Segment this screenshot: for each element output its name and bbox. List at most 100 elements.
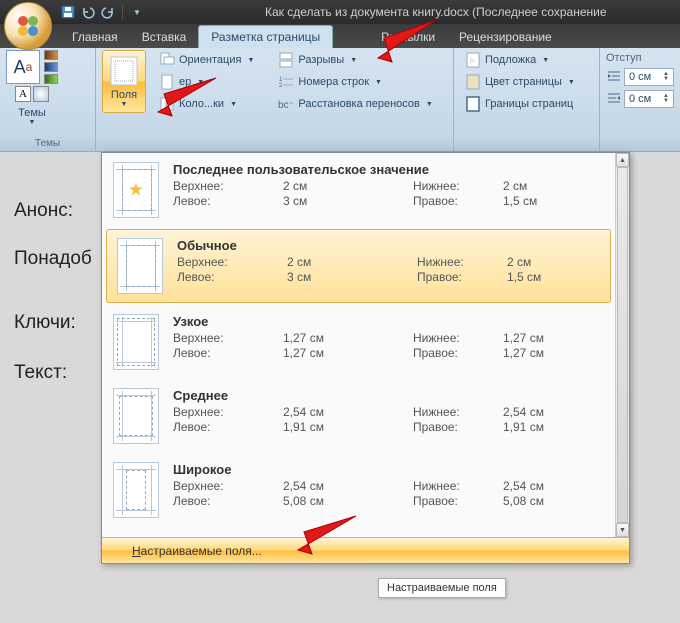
margin-left-label: Левое: [173,420,283,434]
margin-thumb-icon [113,388,159,444]
quick-access-toolbar: ▼ [60,4,145,20]
margin-left-value: 3 см [283,194,413,208]
group-page-background-label [460,147,593,151]
tab-insert[interactable]: Вставка [130,26,199,48]
margin-right-label: Правое: [413,194,503,208]
margin-preset-item[interactable]: Последнее пользовательское значениеВерхн… [102,153,615,227]
chevron-down-icon: ▼ [247,57,254,64]
chevron-down-icon: ▼ [121,101,128,108]
annotation-arrow-1 [368,14,438,74]
margin-right-label: Правое: [413,346,503,360]
tab-review[interactable]: Рецензирование [447,26,564,48]
margin-preset-item[interactable]: УзкоеВерхнее:1,27 смНижнее:1,27 смЛевое:… [102,305,615,379]
ribbon: Aa A Темы ▼ Темы [0,48,680,152]
margin-preset-name: Среднее [173,388,604,403]
margin-right-value: 1,27 см [503,346,573,360]
custom-margins-u: Н [132,544,141,558]
office-button[interactable] [4,2,52,50]
themes-preview-icon: Aa [6,50,40,84]
indent-left-icon [606,69,622,86]
margins-list: Последнее пользовательское значениеВерхн… [102,153,629,537]
spinner-icon[interactable]: ▲▼ [663,94,669,104]
line-numbers-label: Номера строк [298,76,369,88]
hyphenation-button[interactable]: bc⁻Расстановка переносов▼ [273,94,437,114]
margin-preset-item[interactable]: СреднееВерхнее:2,54 смНижнее:2,54 смЛево… [102,379,615,453]
page-color-button[interactable]: Цвет страницы ▼ [460,72,580,92]
watermark-icon: A [465,52,481,68]
doc-text-ponadob: Понадоб [14,248,92,270]
svg-text:2: 2 [279,83,283,89]
hyphenation-icon: bc⁻ [278,96,294,112]
margin-bottom-value: 2 см [503,179,573,193]
scroll-down-icon[interactable]: ▼ [616,523,629,537]
chevron-down-icon: ▼ [29,119,36,126]
page-borders-label: Границы страниц [485,98,573,110]
doc-text-anons: Анонс: [14,200,73,222]
margin-bottom-value: 2,54 см [503,479,573,493]
indent-left-input[interactable]: 0 см ▲▼ [624,68,674,86]
margin-preset-item[interactable]: ШирокоеВерхнее:2,54 смНижнее:2,54 смЛево… [102,453,615,527]
margin-top-value: 2 см [287,255,417,269]
custom-margins-rest: астраиваемые поля... [141,544,262,558]
page-color-label: Цвет страницы [485,76,562,88]
theme-colors-icon[interactable] [44,50,58,84]
indent-left-row: 0 см ▲▼ [606,66,674,88]
group-indent: Отступ 0 см▲▼ 0 см▲▼ [600,48,680,151]
margin-top-value: 2,54 см [283,479,413,493]
margin-right-label: Правое: [417,270,507,284]
scroll-up-icon[interactable]: ▲ [616,153,629,167]
orientation-icon [159,52,175,68]
indent-right-icon [606,91,622,108]
line-numbers-icon: 12 [278,74,294,90]
margin-bottom-value: 1,27 см [503,331,573,345]
margins-dropdown-menu: Последнее пользовательское значениеВерхн… [101,152,630,564]
margin-preset-name: Узкое [173,314,604,329]
margin-info: Последнее пользовательское значениеВерхн… [173,162,604,208]
office-logo-icon [14,12,42,40]
margin-top-label: Верхнее: [173,479,283,493]
margin-info: ШирокоеВерхнее:2,54 смНижнее:2,54 смЛево… [173,462,604,508]
margins-label: Поля [111,89,137,101]
orientation-button[interactable]: Ориентация ▼ [154,50,259,70]
margin-right-value: 1,5 см [503,194,573,208]
margin-info: ОбычноеВерхнее:2 смНижнее:2 смЛевое:3 см… [177,238,600,284]
chevron-down-icon: ▼ [568,79,575,86]
page-borders-icon [465,96,481,112]
margin-top-value: 2 см [283,179,413,193]
scrollbar-thumb[interactable] [617,167,628,523]
indent-left-value: 0 см [629,71,651,83]
indent-right-input[interactable]: 0 см▲▼ [624,90,674,108]
group-page-setup-label [102,147,447,151]
themes-button[interactable]: Темы ▼ [11,102,53,129]
chevron-down-icon: ▼ [542,57,549,64]
line-numbers-button[interactable]: 12Номера строк▼ [273,72,437,92]
margin-top-value: 2,54 см [283,405,413,419]
tab-home[interactable]: Главная [60,26,130,48]
tab-page-layout[interactable]: Разметка страницы [198,25,333,48]
qat-dropdown-icon[interactable]: ▼ [129,4,145,20]
svg-text:bc⁻: bc⁻ [278,100,294,111]
margin-bottom-label: Нижнее: [413,331,503,345]
scrollbar-vertical[interactable]: ▲ ▼ [615,153,629,537]
watermark-button[interactable]: AПодложка▼ [460,50,580,70]
redo-icon[interactable] [100,4,116,20]
margin-left-value: 5,08 см [283,494,413,508]
margin-preset-item[interactable]: ОбычноеВерхнее:2 смНижнее:2 смЛевое:3 см… [106,229,611,303]
theme-fonts-icon[interactable]: A [15,86,31,102]
undo-icon[interactable] [80,4,96,20]
margins-button[interactable]: Поля ▼ [102,50,146,113]
margin-left-label: Левое: [173,346,283,360]
page-borders-button[interactable]: Границы страниц [460,94,580,114]
spinner-icon[interactable]: ▲▼ [663,72,669,82]
title-bar: ▼ Как сделать из документа книгу.docx (П… [0,0,680,24]
page-color-icon [465,74,481,90]
margin-bottom-label: Нижнее: [413,179,503,193]
margin-bottom-label: Нижнее: [413,479,503,493]
hyphenation-label: Расстановка переносов [298,98,419,110]
custom-margins-button[interactable]: Настраиваемые поля... [102,537,629,563]
orientation-label: Ориентация [179,54,241,66]
margin-preset-name: Широкое [173,462,604,477]
save-icon[interactable] [60,4,76,20]
theme-effects-icon[interactable] [33,86,49,102]
margin-right-label: Правое: [413,420,503,434]
